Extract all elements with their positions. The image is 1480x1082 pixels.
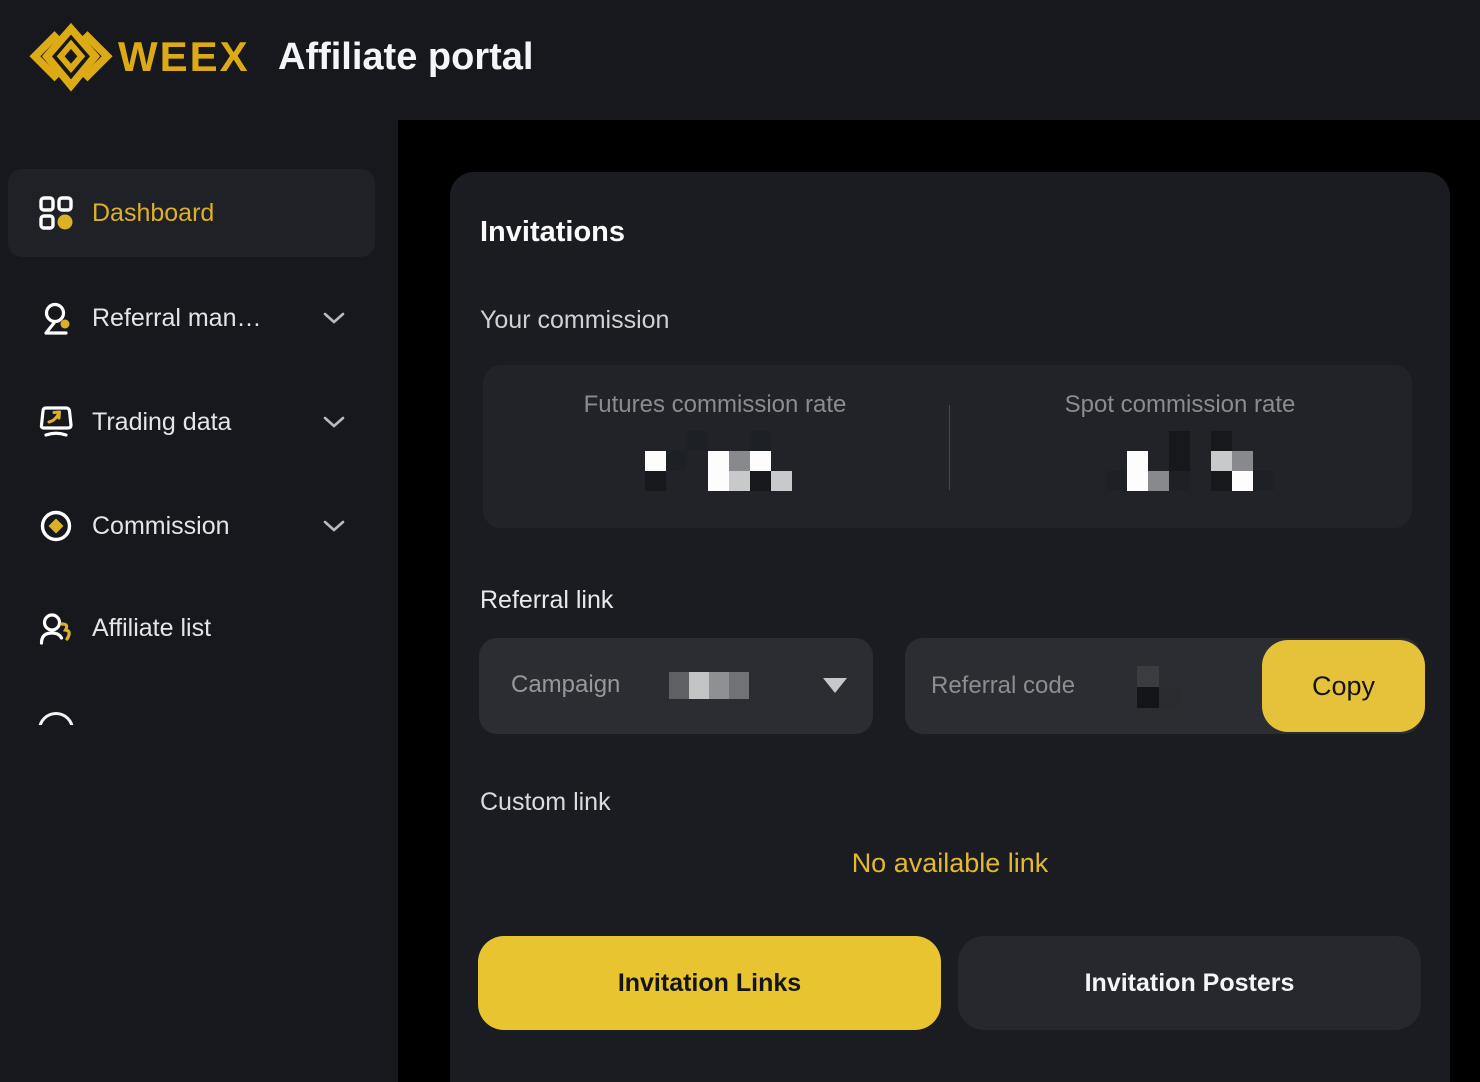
custom-link-heading: Custom link	[480, 788, 611, 817]
spot-commission-redacted-value	[1106, 431, 1274, 491]
trading-monitor-icon	[38, 404, 74, 440]
affiliate-people-icon	[38, 610, 74, 646]
partial-circle-icon	[38, 712, 74, 725]
app-window: WEEX Affiliate portal Dashboard	[0, 0, 1480, 1082]
copy-button[interactable]: Copy	[1262, 640, 1425, 732]
chevron-down-icon	[322, 415, 346, 429]
spot-commission-block: Spot commission rate	[948, 365, 1412, 528]
referral-code-field[interactable]: Referral code Copy	[905, 638, 1421, 734]
sidebar-nav: Dashboard Referral man…	[0, 120, 398, 1082]
referral-code-redacted-value	[1137, 666, 1181, 708]
no-available-link-text: No available link	[450, 848, 1450, 879]
main-content: Invitations Your commission Futures comm…	[398, 120, 1480, 1082]
invitation-links-button[interactable]: Invitation Links	[478, 936, 941, 1030]
invitations-card: Invitations Your commission Futures comm…	[450, 172, 1450, 1082]
futures-commission-redacted-value	[645, 431, 792, 491]
campaign-dropdown[interactable]: Campaign	[479, 638, 873, 734]
campaign-dropdown-label: Campaign	[511, 671, 620, 699]
campaign-redacted-value	[669, 672, 749, 699]
your-commission-heading: Your commission	[480, 306, 669, 335]
referral-person-icon	[38, 300, 74, 336]
sidebar-item-label: Affiliate list	[92, 614, 211, 643]
sidebar-item-label: Dashboard	[92, 199, 214, 228]
sidebar-item-commission[interactable]: Commission	[0, 496, 398, 556]
chevron-down-icon	[322, 519, 346, 533]
page-title: Affiliate portal	[278, 36, 533, 79]
brand-name: WEEX	[118, 33, 250, 81]
top-header: WEEX Affiliate portal	[0, 0, 1480, 120]
sidebar-item-referral-management[interactable]: Referral man…	[0, 288, 398, 348]
sidebar-item-label: Commission	[92, 512, 230, 541]
sidebar-item-dashboard[interactable]: Dashboard	[0, 183, 398, 243]
weex-logo-icon	[28, 22, 114, 94]
sidebar-item-partial[interactable]	[38, 712, 78, 725]
dropdown-caret-icon	[823, 678, 847, 693]
dashboard-grid-icon	[38, 195, 74, 231]
sidebar-item-affiliate-list[interactable]: Affiliate list	[0, 598, 398, 658]
invitation-posters-button[interactable]: Invitation Posters	[958, 936, 1421, 1030]
sidebar-item-label: Referral man…	[92, 304, 262, 333]
commission-rates-panel: Futures commission rate Spot commission …	[483, 365, 1412, 528]
referral-link-heading: Referral link	[480, 586, 613, 615]
sidebar-item-trading-data[interactable]: Trading data	[0, 392, 398, 452]
spot-commission-label: Spot commission rate	[948, 391, 1412, 419]
commission-coin-icon	[38, 508, 74, 544]
sidebar-item-label: Trading data	[92, 408, 231, 437]
referral-code-label: Referral code	[931, 672, 1075, 700]
futures-commission-block: Futures commission rate	[483, 365, 947, 528]
futures-commission-label: Futures commission rate	[483, 391, 947, 419]
card-title: Invitations	[480, 216, 625, 249]
chevron-down-icon	[322, 311, 346, 325]
